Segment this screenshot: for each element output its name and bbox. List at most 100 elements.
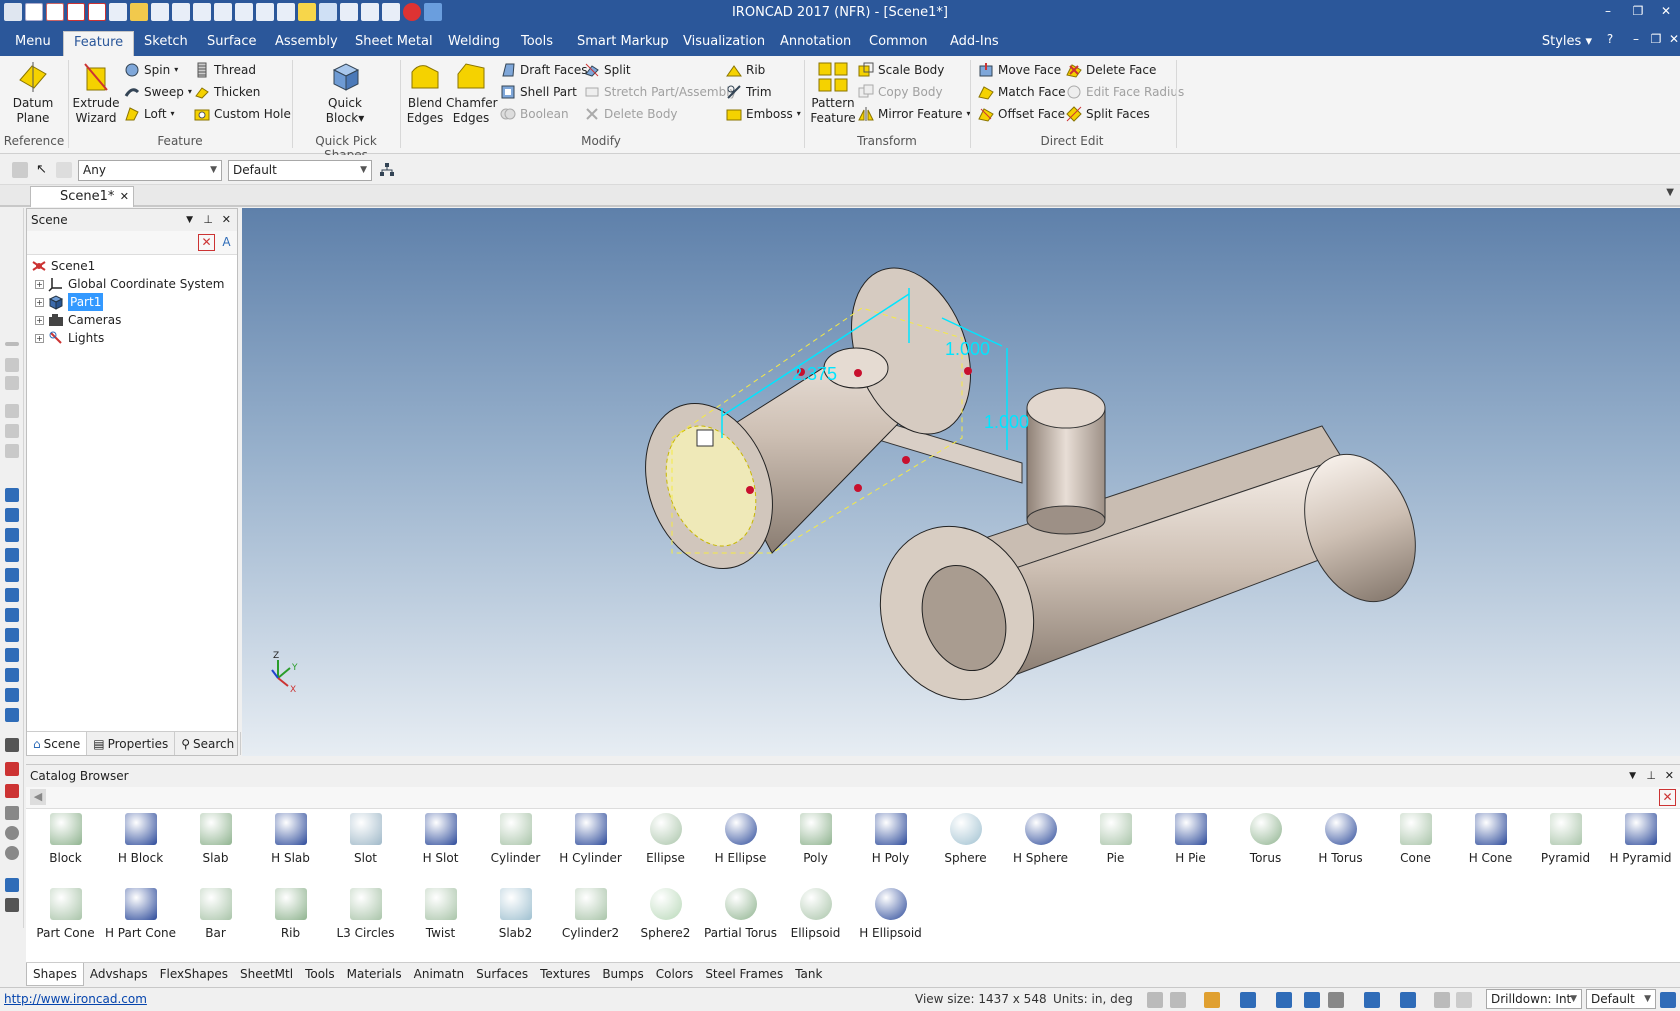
website-link[interactable]: http://www.ironcad.com [4, 992, 147, 1006]
drilldown-combo[interactable]: Drilldown: Int ▼ [1486, 989, 1582, 1009]
resize-handle[interactable] [854, 369, 862, 377]
view-icon[interactable] [5, 688, 19, 702]
match-face-button[interactable]: Match Face [978, 82, 1066, 102]
view-tool-icon[interactable] [5, 358, 19, 372]
offset-face-button[interactable]: Offset Face [978, 104, 1065, 124]
shape-torus[interactable]: Torus [1228, 813, 1303, 877]
camera-view-icon[interactable] [1400, 992, 1416, 1008]
dimension-height[interactable]: 1.000 [984, 412, 1029, 432]
selection-filter-icon[interactable] [12, 162, 28, 178]
tab-assembly[interactable]: Assembly [265, 31, 348, 56]
view-tool-icon[interactable] [5, 404, 19, 418]
resize-handle[interactable] [854, 484, 862, 492]
section-icon[interactable] [1304, 992, 1320, 1008]
ribbon-minimize-button[interactable]: – [1626, 32, 1646, 50]
view-icon[interactable] [5, 648, 19, 662]
thread-button[interactable]: Thread [194, 60, 256, 80]
tab-scene[interactable]: ⌂ Scene [27, 732, 88, 755]
copy-body-button[interactable]: Copy Body [858, 82, 943, 102]
shape-pie[interactable]: Pie [1078, 813, 1153, 877]
loft-button[interactable]: Loft ▾ [124, 104, 175, 124]
styles-menu[interactable]: Styles ▾ [1542, 34, 1592, 49]
settings-icon[interactable] [1660, 992, 1676, 1008]
shape-h-torus[interactable]: H Torus [1303, 813, 1378, 877]
shape-pyramid[interactable]: Pyramid [1528, 813, 1603, 877]
select-mode-icon[interactable] [56, 162, 72, 178]
close-panel-icon[interactable]: ✕ [222, 209, 231, 231]
expand-icon[interactable]: + [35, 333, 44, 343]
catalog-tab-flexshapes[interactable]: FlexShapes [154, 963, 234, 986]
ribbon-close-button[interactable]: ✕ [1664, 32, 1680, 50]
left-view-icon[interactable] [5, 528, 19, 542]
draft-faces-button[interactable]: Draft Faces [500, 60, 587, 80]
close-panel-icon[interactable]: ✕ [1665, 765, 1674, 787]
shape-part-cone[interactable]: Part Cone [28, 888, 103, 952]
catalog-tab-bumps[interactable]: Bumps [596, 963, 649, 986]
catalog-tab-shapes[interactable]: Shapes [26, 963, 84, 986]
shape-ellipse[interactable]: Ellipse [628, 813, 703, 877]
tree-item-cameras[interactable]: + Cameras [35, 311, 121, 329]
view-icon[interactable] [5, 708, 19, 722]
delete-body-button[interactable]: Delete Body [584, 104, 678, 124]
edit-face-radius-button[interactable]: Edit Face Radius [1066, 82, 1184, 102]
tool-icon[interactable] [5, 878, 19, 892]
display-icon[interactable] [1276, 992, 1292, 1008]
tab-sheet-metal[interactable]: Sheet Metal [345, 31, 443, 56]
selection-filter-combo[interactable]: Any ▼ [78, 160, 222, 181]
tree-item-part1[interactable]: + Part1 [35, 293, 104, 311]
shape-h-ellipse[interactable]: H Ellipse [703, 813, 778, 877]
tab-welding[interactable]: Welding [438, 31, 510, 56]
3d-viewport[interactable]: 2.375 1.000 1.000 Z Y X [242, 208, 1680, 756]
tab-search[interactable]: ⚲ Search [175, 732, 242, 755]
shape-h-pyramid[interactable]: H Pyramid [1603, 813, 1678, 877]
shape-block[interactable]: Block [28, 813, 103, 877]
emboss-button[interactable]: Emboss ▾ [726, 104, 801, 124]
view-cube-icon[interactable] [1240, 992, 1256, 1008]
rotate-icon[interactable] [5, 826, 19, 840]
rib-button[interactable]: Rib [726, 60, 765, 80]
ribbon-restore-button[interactable]: ❐ [1646, 32, 1666, 50]
boolean-button[interactable]: Boolean [500, 104, 569, 124]
stretch-part-assembly-button[interactable]: Stretch Part/Assembly [584, 82, 737, 102]
catalog-tab-tools[interactable]: Tools [299, 963, 341, 986]
catalog-tab-sheetmtl[interactable]: SheetMtl [234, 963, 299, 986]
front-view-icon[interactable] [5, 488, 19, 502]
tab-annotation[interactable]: Annotation [770, 31, 861, 56]
glasses-icon[interactable] [1328, 992, 1344, 1008]
catalog-tab-animatn[interactable]: Animatn [408, 963, 471, 986]
view-tool-icon[interactable] [5, 376, 19, 390]
shape-sphere2[interactable]: Sphere2 [628, 888, 703, 952]
dimension-diameter[interactable]: 1.000 [945, 339, 990, 359]
tab-menu[interactable]: Menu [5, 31, 61, 56]
shape-h-cylinder[interactable]: H Cylinder [553, 813, 628, 877]
tab-sketch[interactable]: Sketch [134, 31, 198, 56]
shape-h-cone[interactable]: H Cone [1453, 813, 1528, 877]
move-face-button[interactable]: Move Face [978, 60, 1061, 80]
pin-icon[interactable]: ⊥ [203, 209, 213, 231]
select-pointer-icon[interactable]: ↖ [36, 162, 52, 178]
sweep-button[interactable]: Sweep ▾ [124, 82, 192, 102]
tab-smart-markup[interactable]: Smart Markup [567, 31, 679, 56]
resize-handle[interactable] [902, 456, 910, 464]
tab-surface[interactable]: Surface [197, 31, 267, 56]
resize-handle[interactable] [746, 486, 754, 494]
shape-h-slot[interactable]: H Slot [403, 813, 478, 877]
scale-body-button[interactable]: Scale Body [858, 60, 944, 80]
bottom-view-icon[interactable] [5, 588, 19, 602]
split-faces-button[interactable]: Split Faces [1066, 104, 1150, 124]
tab-properties[interactable]: ▤ Properties [87, 732, 176, 755]
snap-icon[interactable] [1434, 992, 1450, 1008]
top-view-icon[interactable] [5, 568, 19, 582]
right-view-icon[interactable] [5, 548, 19, 562]
extrude-wizard-button[interactable]: Extrude Wizard [72, 60, 120, 126]
no-icon[interactable] [5, 846, 19, 860]
catalog-tab-textures[interactable]: Textures [534, 963, 596, 986]
custom-hole-button[interactable]: Custom Hole [194, 104, 291, 124]
shape-bar[interactable]: Bar [178, 888, 253, 952]
view-tool-icon[interactable] [5, 444, 19, 458]
expand-icon[interactable]: + [35, 279, 44, 289]
mirror-feature-button[interactable]: Mirror Feature ▾ [858, 104, 971, 124]
view-icon[interactable] [5, 668, 19, 682]
catalog-tab-surfaces[interactable]: Surfaces [470, 963, 534, 986]
resize-handle[interactable] [964, 367, 972, 375]
